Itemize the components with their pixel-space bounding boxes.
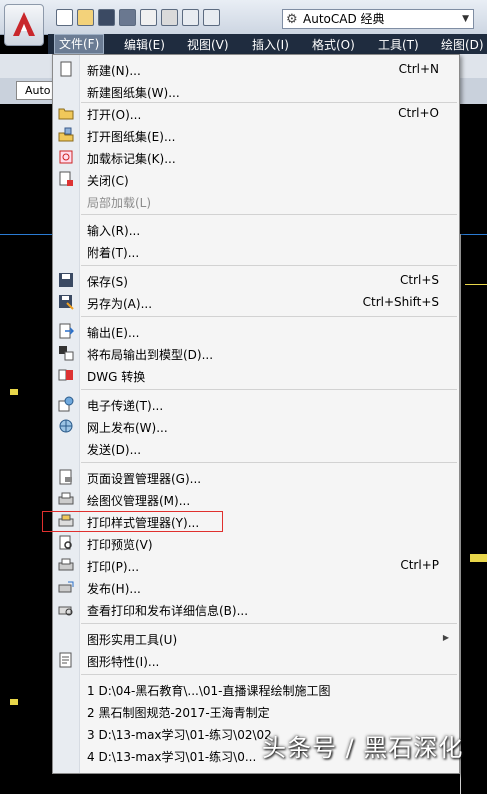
open-folder-icon [58,108,74,120]
save-as-icon[interactable] [119,9,136,26]
menu-separator [81,316,457,317]
menu-separator [81,623,457,624]
menu-item-new-sheet-set[interactable]: 新建图纸集(W)... [53,80,459,102]
menu-view[interactable]: 视图(V) [187,36,229,53]
menu-item-open[interactable]: 打开(O)... Ctrl+O [53,102,459,124]
dwg-convert-icon [58,369,73,381]
cad-marker [10,389,18,395]
quick-access-toolbar [56,9,220,26]
menu-insert[interactable]: 插入(I) [252,36,289,53]
menu-tools[interactable]: 工具(T) [378,36,419,53]
menu-item-save[interactable]: 保存(S) Ctrl+S [53,269,459,291]
text-style-dropdown[interactable]: Auto [16,81,56,100]
menu-item-view-plot-details[interactable]: 查看打印和发布详细信息(B)... [53,598,459,620]
cad-marker [10,699,18,705]
print-icon[interactable] [161,9,178,26]
menu-item-drawing-properties[interactable]: 图形特性(I)... [53,649,459,671]
menu-item-export-layout[interactable]: 将布局输出到模型(D)... [53,342,459,364]
plotter-icon [58,492,74,505]
markup-icon [59,150,73,164]
menu-file[interactable]: 文件(F) [54,34,105,54]
gear-icon: ⚙ [286,12,298,27]
menu-item-attach[interactable]: 附着(T)... [53,240,459,262]
layout-export-icon [59,346,74,361]
menu-item-partial-load: 局部加载(L) [87,196,152,210]
autocad-logo-icon [13,12,35,36]
recent-file-2[interactable]: 2 黑石制图规范-2017-王海青制定 [53,700,459,722]
open-folder-icon[interactable] [77,9,94,26]
menu-item-export[interactable]: 输出(E)... [53,320,459,342]
redo-icon[interactable] [203,9,220,26]
menu-item-page-setup[interactable]: 页面设置管理器(G)... [53,466,459,488]
chevron-down-icon: ▼ [462,14,469,24]
submenu-arrow-icon: ▶ [442,633,449,642]
application-menu-button[interactable] [4,4,44,46]
cad-line [460,234,461,794]
highlight-box [42,511,223,532]
page-setup-icon [59,469,72,485]
menu-item-publish-web[interactable]: 网上发布(W)... [53,415,459,437]
menu-draw[interactable]: 绘图(D) [441,36,484,53]
menu-separator [81,462,457,463]
menu-item-open-sheet-set[interactable]: 打开图纸集(E)... [53,124,459,146]
workspace-value: AutoCAD 经典 [303,12,385,26]
menu-item-publish[interactable]: 发布(H)... [53,576,459,598]
save-as-icon [59,295,74,310]
menu-item-plotter-manager[interactable]: 绘图仪管理器(M)... [53,488,459,510]
menu-bar: 文件(F) 编辑(E) 视图(V) 插入(I) 格式(O) 工具(T) 绘图(D… [48,34,487,54]
menu-separator [81,389,457,390]
plot-details-icon [58,606,73,616]
plot-preview-icon[interactable] [140,9,157,26]
menu-item-close[interactable]: 关闭(C) [53,168,459,190]
drawing-properties-icon [59,652,72,668]
title-bar: ⚙ AutoCAD 经典 ▼ [0,0,487,46]
cad-line [465,284,487,285]
menu-item-load-markup[interactable]: 加载标记集(K)... [53,146,459,168]
menu-item-etransmit[interactable]: 电子传递(T)... [53,393,459,415]
publish-icon [58,581,74,593]
watermark: 头条号 / 黑石深化 [262,734,464,762]
print-icon [58,558,74,571]
menu-separator [81,214,457,215]
export-icon [59,323,74,339]
menu-item-plot-preview[interactable]: 打印预览(V) [53,532,459,554]
save-icon[interactable] [98,9,115,26]
menu-item-plot[interactable]: 打印(P)... Ctrl+P [53,554,459,576]
menu-format[interactable]: 格式(O) [312,36,355,53]
close-file-icon [59,171,73,186]
menu-edit[interactable]: 编辑(E) [124,36,165,53]
cad-line [470,554,487,562]
menu-separator [81,674,457,675]
recent-file-1[interactable]: 1 D:\04-黑石教育\...\01-直播课程绘制施工图 [53,678,459,700]
menu-item-drawing-utilities[interactable]: 图形实用工具(U) ▶ [53,627,459,649]
file-menu-dropdown: 新建(N)... Ctrl+N 新建图纸集(W)... 打开(O)... Ctr… [52,54,460,774]
menu-item-dwg-convert[interactable]: DWG 转换 [53,364,459,386]
publish-web-icon [59,419,73,433]
menu-item-save-as[interactable]: 另存为(A)... Ctrl+Shift+S [53,291,459,313]
new-file-icon [60,61,72,77]
menu-item-import[interactable]: 输入(R)... [53,218,459,240]
sheet-set-icon [58,127,74,142]
menu-item-new[interactable]: 新建(N)... Ctrl+N [53,58,459,80]
menu-item-send[interactable]: 发送(D)... [53,437,459,459]
save-icon [59,273,73,287]
plot-preview-icon [59,535,72,550]
new-file-icon[interactable] [56,9,73,26]
undo-icon[interactable] [182,9,199,26]
etransmit-icon [58,396,74,412]
menu-separator [81,265,457,266]
workspace-dropdown[interactable]: ⚙ AutoCAD 经典 ▼ [282,9,474,29]
